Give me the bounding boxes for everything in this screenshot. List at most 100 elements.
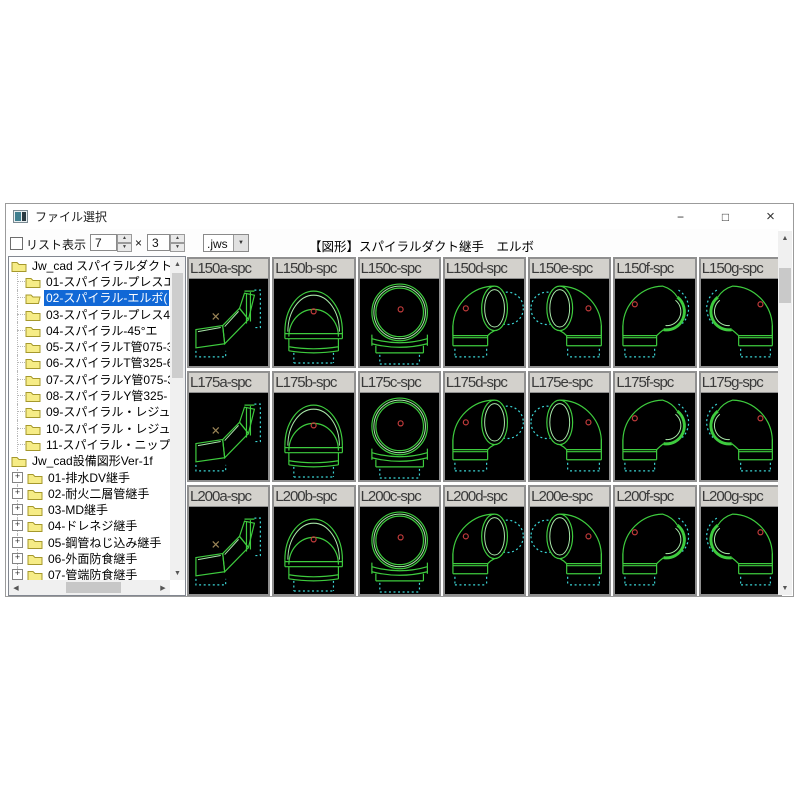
tree-vertical-scrollbar[interactable]: ▲ ▼: [170, 257, 185, 580]
thumbnail-drawing: [615, 279, 695, 366]
tree-item-label: 10-スパイラル・レジュー: [46, 421, 170, 436]
scroll-up-icon[interactable]: ▲: [170, 257, 185, 271]
tree-item[interactable]: +06-外面防食継手: [9, 550, 170, 567]
tree-item[interactable]: 08-スパイラルY管325-: [9, 387, 170, 404]
scroll-right-icon[interactable]: ▶: [156, 580, 170, 595]
thumbnail-cell[interactable]: L175c-spc: [357, 371, 441, 482]
tree-item[interactable]: 10-スパイラル・レジュー: [9, 419, 170, 437]
scroll-left-icon[interactable]: ◀: [9, 580, 23, 595]
tree-item[interactable]: +04-ドレネジ継手: [9, 517, 170, 535]
thumbnail-drawing: [444, 393, 525, 480]
columns-stepper[interactable]: ▲ ▼: [117, 234, 132, 252]
thumbnail-label: L150g-spc: [700, 259, 780, 279]
tree-item[interactable]: +05-鋼管ねじ込み継手: [9, 534, 170, 551]
close-button[interactable]: ×: [748, 204, 793, 229]
chevron-down-icon[interactable]: ▼: [233, 235, 248, 251]
expand-plus-icon[interactable]: +: [12, 504, 23, 516]
tree-item[interactable]: Jw_cad設備図形Ver-1f: [9, 453, 170, 469]
expand-plus-icon[interactable]: +: [12, 520, 23, 532]
thumbnail-drawing: [274, 393, 354, 480]
thumbnail-cell[interactable]: L175f-spc: [613, 371, 697, 482]
main-vertical-scrollbar[interactable]: ▲ ▼: [778, 231, 792, 595]
tree-item[interactable]: 02-スパイラル-エルボ(: [9, 289, 170, 306]
list-view-checkbox[interactable]: [10, 237, 23, 250]
tree-item-label: 11-スパイラル・ニップル: [46, 437, 170, 452]
tree-item-label: 07-管端防食継手: [48, 568, 138, 580]
spinner-down-icon[interactable]: ▼: [170, 243, 185, 252]
thumbnail-label: L175b-spc: [274, 373, 354, 393]
thumbnail-cell[interactable]: L150d-spc: [442, 257, 527, 368]
thumbnail-cell[interactable]: L200d-spc: [442, 485, 527, 596]
thumbnail-cell[interactable]: L150e-spc: [528, 257, 612, 368]
minimize-button[interactable]: −: [658, 204, 703, 229]
folder-icon: [25, 356, 41, 370]
main-vscroll-thumb[interactable]: [779, 268, 791, 303]
thumbnail-cell[interactable]: L200f-spc: [613, 485, 697, 596]
folder-icon: [25, 373, 41, 386]
rows-input[interactable]: 3: [147, 234, 170, 251]
spinner-up-icon[interactable]: ▲: [170, 234, 185, 243]
tree-hscroll-thumb[interactable]: [66, 582, 121, 593]
thumbnail-cell[interactable]: L175d-spc: [442, 371, 527, 482]
tree-item[interactable]: 01-スパイラル-プレスエ: [9, 273, 170, 290]
thumbnail-cell[interactable]: L150f-spc: [613, 257, 697, 368]
expand-plus-icon[interactable]: +: [12, 569, 23, 580]
thumbnail-cell[interactable]: L150g-spc: [698, 257, 782, 368]
spinner-down-icon[interactable]: ▼: [117, 243, 132, 252]
tree-item[interactable]: 03-スパイラル-プレス4: [9, 305, 170, 323]
list-view-label: リスト表示: [26, 238, 87, 252]
thumbnail-label: L150e-spc: [530, 259, 610, 279]
thumbnail-cell[interactable]: L200c-spc: [357, 485, 441, 596]
tree-item[interactable]: 06-スパイラルT管325-6: [9, 354, 170, 372]
tree-item-label: 09-スパイラル・レジュー: [46, 405, 170, 420]
tree-item[interactable]: 05-スパイラルT管075-3: [9, 338, 170, 355]
tree-item[interactable]: 09-スパイラル・レジュー: [9, 403, 170, 420]
multiply-label: ×: [135, 236, 143, 250]
thumbnail-cell[interactable]: L175g-spc: [698, 371, 782, 482]
scroll-up-icon[interactable]: ▲: [778, 231, 792, 245]
tree-item[interactable]: +03-MD継手: [9, 501, 170, 518]
expand-plus-icon[interactable]: +: [12, 471, 23, 483]
rows-stepper[interactable]: ▲ ▼: [170, 234, 185, 252]
tree-item[interactable]: +01-排水DV継手: [9, 468, 170, 486]
columns-input[interactable]: 7: [90, 234, 117, 251]
tree-item[interactable]: Jw_cad スパイラルダクト: [9, 257, 170, 273]
tree-item[interactable]: 04-スパイラル-45°エ: [9, 322, 170, 339]
spinner-up-icon[interactable]: ▲: [117, 234, 132, 243]
tree-item-label: 08-スパイラルY管325-: [46, 389, 168, 404]
thumbnail-cell[interactable]: L200b-spc: [272, 485, 356, 596]
tree-item[interactable]: 07-スパイラルY管075-3: [9, 371, 170, 388]
folder-icon: [25, 275, 41, 288]
scroll-down-icon[interactable]: ▼: [170, 566, 185, 580]
maximize-button[interactable]: □: [703, 204, 748, 229]
tree-connector: [17, 378, 25, 380]
file-select-dialog: ファイル選択 − □ × リスト表示 7 ▲ ▼ × 3 ▲ ▼ .jws ▼ …: [5, 203, 794, 597]
thumbnail-label: L150a-spc: [189, 259, 269, 279]
tree-connector: [17, 329, 25, 331]
tree-horizontal-scrollbar[interactable]: ◀ ▶: [9, 580, 170, 595]
expand-plus-icon[interactable]: +: [12, 487, 23, 499]
filetype-dropdown[interactable]: .jws ▼: [203, 234, 249, 252]
thumbnail-cell[interactable]: L200a-spc: [187, 485, 271, 596]
thumbnail-cell[interactable]: L200g-spc: [698, 485, 782, 596]
thumbnail-cell[interactable]: L175a-spc: [187, 371, 271, 482]
thumbnail-cell[interactable]: L150c-spc: [357, 257, 441, 368]
thumbnail-drawing: [359, 507, 439, 594]
tree-item[interactable]: 11-スパイラル・ニップル: [9, 436, 170, 453]
filetype-value: .jws: [207, 237, 228, 251]
thumbnail-cell[interactable]: L175b-spc: [272, 371, 356, 482]
expand-plus-icon[interactable]: +: [12, 552, 23, 564]
thumbnail-cell[interactable]: L175e-spc: [528, 371, 612, 482]
tree-item-label: 02-スパイラル-エルボ(: [44, 289, 170, 306]
thumbnail-cell[interactable]: L200e-spc: [528, 485, 612, 596]
tree-item-label: 05-鋼管ねじ込み継手: [48, 535, 162, 550]
thumbnail-cell[interactable]: L150b-spc: [272, 257, 356, 368]
tree-vscroll-thumb[interactable]: [172, 273, 183, 378]
expand-plus-icon[interactable]: +: [12, 536, 23, 548]
tree-item-label: 04-ドレネジ継手: [48, 519, 138, 534]
tree-item[interactable]: +02-耐火二層管継手: [9, 485, 170, 502]
thumbnail-cell[interactable]: L150a-spc: [187, 257, 271, 368]
scroll-down-icon[interactable]: ▼: [778, 581, 792, 595]
tree-item[interactable]: +07-管端防食継手: [9, 566, 170, 580]
thumbnail-drawing: [700, 279, 780, 366]
